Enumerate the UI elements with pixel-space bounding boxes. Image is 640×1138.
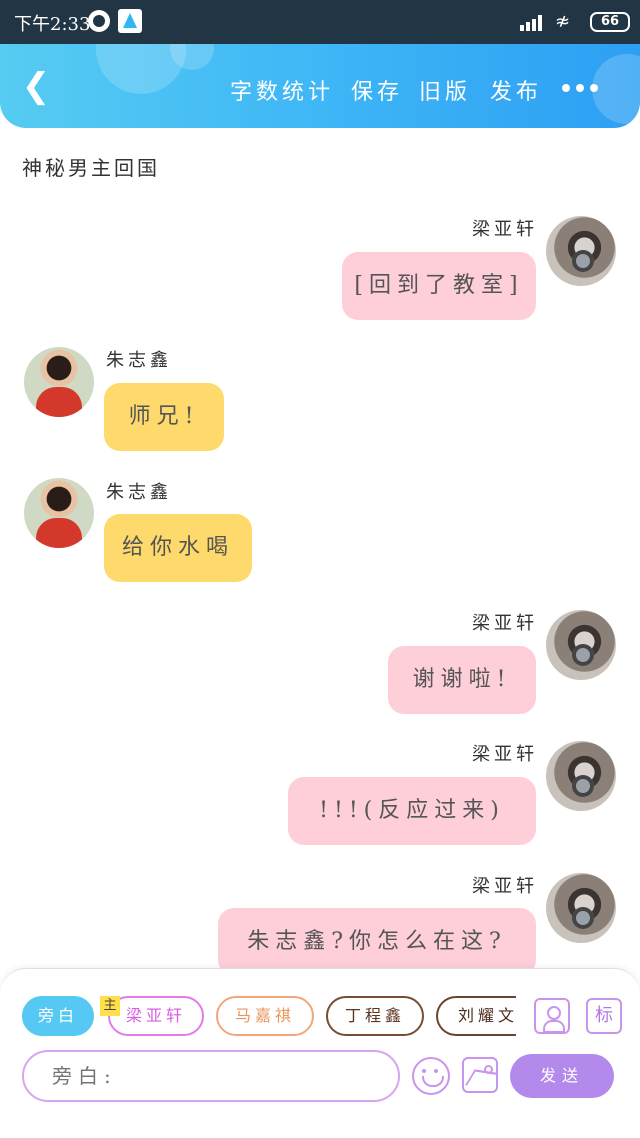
message-bubble[interactable]: [回到了教室] (342, 252, 536, 320)
emoji-icon[interactable] (412, 1057, 450, 1095)
wifi-icon: ≉ (555, 11, 571, 32)
send-button[interactable]: 发送 (510, 1054, 614, 1098)
save-button[interactable]: 保存 (351, 74, 403, 106)
old-version-button[interactable]: 旧版 (419, 74, 471, 106)
avatar[interactable] (546, 741, 616, 811)
header-decoration (592, 54, 640, 124)
role-chip-ma[interactable]: 马嘉祺 (216, 996, 314, 1036)
role-chip-liu[interactable]: 刘耀文 (436, 996, 516, 1036)
message-bubble[interactable]: !!!(反应过来) (288, 777, 536, 845)
avatar[interactable] (546, 873, 616, 943)
word-count-button[interactable]: 字数统计 (230, 74, 334, 106)
speaker-name: 梁亚轩 (472, 613, 538, 634)
image-icon[interactable] (462, 1057, 498, 1093)
speaker-name: 梁亚轩 (472, 744, 538, 765)
speaker-name: 朱志鑫 (106, 350, 172, 371)
role-chip-ding[interactable]: 丁程鑫 (326, 996, 424, 1036)
status-bar: 下午2:33 ≉ 66 (0, 0, 640, 44)
avatar[interactable] (24, 478, 94, 548)
app-notification-icon (88, 10, 110, 32)
back-arrow-icon[interactable]: ❮ (14, 64, 58, 108)
avatar[interactable] (546, 216, 616, 286)
more-dots-icon[interactable] (562, 84, 598, 94)
message-input[interactable] (22, 1050, 400, 1102)
speaker-name: 朱志鑫 (106, 482, 172, 503)
speaker-name: 梁亚轩 (472, 876, 538, 897)
app-launcher-icon (118, 9, 142, 33)
speaker-name: 梁亚轩 (472, 219, 538, 240)
message-bubble[interactable]: 谢谢啦! (388, 646, 536, 714)
avatar[interactable] (546, 610, 616, 680)
publish-button[interactable]: 发布 (490, 74, 542, 106)
avatar[interactable] (24, 347, 94, 417)
message-bubble[interactable]: 师兄! (104, 383, 224, 451)
status-time: 下午2:33 (14, 14, 91, 35)
tag-button[interactable]: 标 (586, 998, 622, 1034)
contact-icon[interactable] (534, 998, 570, 1034)
message-bubble[interactable]: 朱志鑫?你怎么在这? (218, 908, 536, 976)
role-chip-narrator[interactable]: 旁白 (22, 996, 94, 1036)
story-title[interactable]: 神秘男主回国 (22, 152, 160, 181)
main-role-badge: 主 (100, 996, 120, 1016)
editor-header: ❮ 字数统计 保存 旧版 发布 (0, 44, 640, 128)
signal-icon (520, 13, 546, 31)
battery-icon: 66 (590, 12, 630, 32)
role-chip-liang[interactable]: 梁亚轩 (108, 996, 204, 1036)
message-bubble[interactable]: 给你水喝 (104, 514, 252, 582)
